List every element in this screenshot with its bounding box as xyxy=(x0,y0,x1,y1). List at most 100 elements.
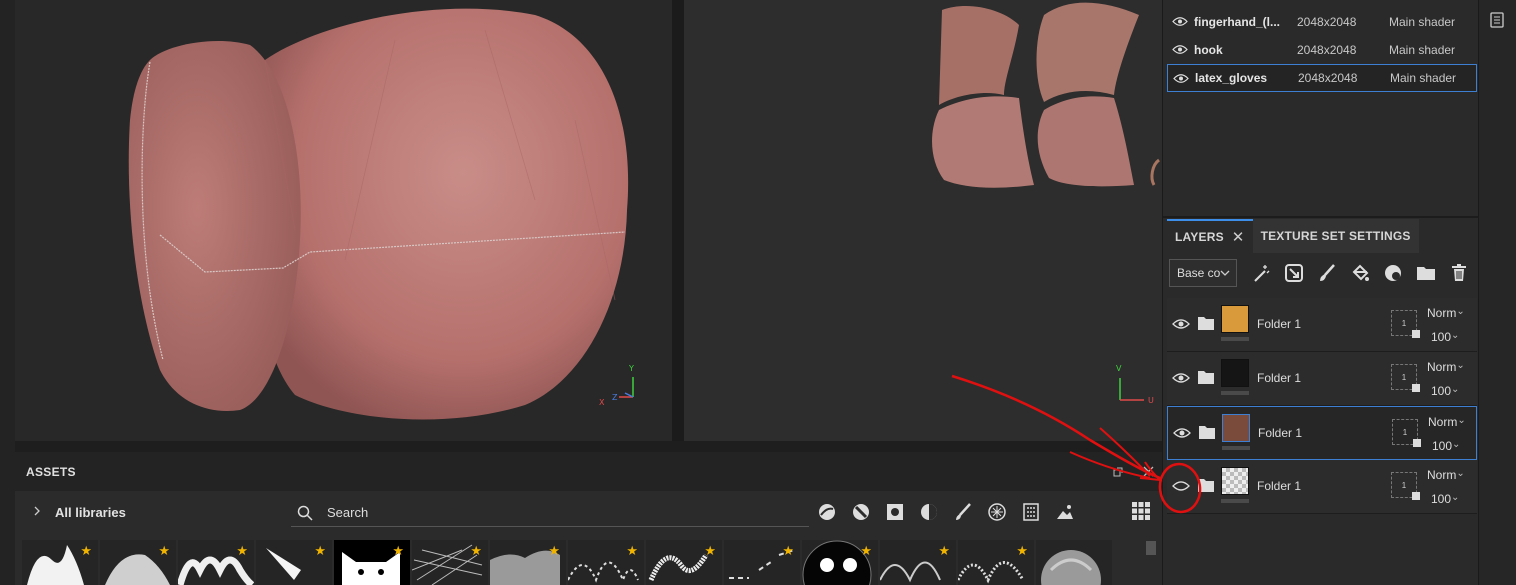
assets-scrollbar[interactable] xyxy=(1146,541,1156,555)
texture-set-shader: Main shader xyxy=(1389,43,1456,57)
eye-hidden-icon[interactable] xyxy=(1172,479,1190,497)
texture-set-shader: Main shader xyxy=(1389,15,1456,29)
layer-name[interactable]: Folder 1 xyxy=(1257,317,1301,331)
smart-material-filter-icon[interactable] xyxy=(850,501,872,523)
blend-mode[interactable]: Norm ⌄ xyxy=(1427,360,1465,374)
tab-layers[interactable]: LAYERS ✕ xyxy=(1167,219,1253,253)
chevron-right-icon[interactable] xyxy=(33,504,41,519)
folder-icon xyxy=(1198,424,1216,445)
search-input[interactable] xyxy=(327,505,787,520)
add-fill-layer-icon[interactable] xyxy=(1350,263,1370,283)
asset-search[interactable] xyxy=(291,499,809,527)
texture-set-row[interactable]: hook 2048x2048 Main shader xyxy=(1167,36,1477,64)
app-root: Y X Z V U ASSETS All libraries Search ★ … xyxy=(0,0,1516,585)
asset-thumbnail[interactable]: ★ xyxy=(490,540,566,585)
tab-texture-set-settings[interactable]: TEXTURE SET SETTINGS xyxy=(1252,219,1419,253)
generator-filter-icon[interactable] xyxy=(918,501,940,523)
viewport-2d[interactable]: V U xyxy=(684,0,1162,441)
layer-row[interactable]: Folder 1 1 Norm ⌄ 100 ⌄ xyxy=(1167,298,1477,352)
layer-thumbnail-bar xyxy=(1221,391,1249,395)
asset-thumbnail[interactable]: ★ xyxy=(178,540,254,585)
delete-layer-icon[interactable] xyxy=(1449,263,1469,283)
asset-thumbnail[interactable]: ★ xyxy=(802,540,878,585)
asset-thumbnail[interactable]: ★ xyxy=(568,540,644,585)
mask-slot[interactable]: 1 xyxy=(1391,364,1420,392)
layer-row[interactable]: Folder 1 1 Norm ⌄ 100 ⌄ xyxy=(1167,352,1477,406)
all-libraries-label[interactable]: All libraries xyxy=(55,505,126,520)
grid-view-icon[interactable] xyxy=(1132,502,1150,525)
layer-row[interactable]: Folder 1 1 Norm ⌄ 100 ⌄ xyxy=(1167,460,1477,514)
asset-thumbnail[interactable]: ★ xyxy=(646,540,722,585)
blend-mode[interactable]: Norm ⌄ xyxy=(1427,468,1465,482)
layer-opacity-value: 100 xyxy=(1431,330,1452,344)
brush-filter-icon[interactable] xyxy=(952,501,974,523)
texture-set-name: latex_gloves xyxy=(1195,71,1268,85)
texture-set-list: fingerhand_(l... 2048x2048 Main shader h… xyxy=(1167,8,1477,92)
mask-slot[interactable]: 1 xyxy=(1391,310,1420,338)
eye-icon[interactable] xyxy=(1172,317,1190,335)
add-effect-icon[interactable] xyxy=(1251,263,1271,283)
assets-toolbar: All libraries xyxy=(15,491,1162,536)
texture-filter-icon[interactable] xyxy=(986,501,1008,523)
clipboard-icon[interactable] xyxy=(1490,12,1504,33)
right-panel: fingerhand_(l... 2048x2048 Main shader h… xyxy=(1162,0,1479,585)
layer-panel-tabs: LAYERS ✕ TEXTURE SET SETTINGS xyxy=(1167,219,1419,253)
asset-thumbnail[interactable]: ★ xyxy=(100,540,176,585)
asset-thumbnail[interactable]: ★ xyxy=(958,540,1034,585)
blend-mode-value: Norm xyxy=(1428,415,1458,429)
texture-set-resolution: 2048x2048 xyxy=(1297,43,1357,57)
layer-opacity-value: 100 xyxy=(1431,492,1452,506)
asset-thumbnail[interactable]: ★ xyxy=(880,540,956,585)
layer-opacity[interactable]: 100 ⌄ xyxy=(1431,492,1459,506)
favorite-star-icon: ★ xyxy=(938,543,950,558)
eye-icon[interactable] xyxy=(1172,44,1188,58)
close-assets-icon[interactable] xyxy=(1143,465,1154,480)
asset-thumbnail[interactable]: ★ xyxy=(334,540,410,585)
eye-icon[interactable] xyxy=(1173,426,1191,444)
add-mask-icon[interactable] xyxy=(1383,263,1403,283)
blend-mode-value: Norm xyxy=(1427,468,1457,482)
blend-mode[interactable]: Norm ⌄ xyxy=(1428,415,1466,429)
blend-mode[interactable]: Norm ⌄ xyxy=(1427,306,1465,320)
mask-cube-icon xyxy=(1412,330,1420,338)
close-icon[interactable]: ✕ xyxy=(1232,228,1245,246)
mask-slot[interactable]: 1 xyxy=(1391,472,1420,500)
texture-set-name: hook xyxy=(1194,43,1223,57)
mask-filter-icon[interactable] xyxy=(884,501,906,523)
add-folder-icon[interactable] xyxy=(1416,263,1436,283)
favorite-star-icon: ★ xyxy=(704,543,716,558)
add-paint-layer-icon[interactable] xyxy=(1317,263,1337,283)
layer-opacity[interactable]: 100 ⌄ xyxy=(1432,439,1460,453)
favorite-star-icon: ★ xyxy=(80,543,92,558)
layer-opacity[interactable]: 100 ⌄ xyxy=(1431,384,1459,398)
layer-thumbnail xyxy=(1221,467,1249,495)
texture-set-row[interactable]: fingerhand_(l... 2048x2048 Main shader xyxy=(1167,8,1477,36)
texture-set-name: fingerhand_(l... xyxy=(1194,15,1281,29)
filter-filter-icon[interactable] xyxy=(1020,501,1042,523)
layer-row-selected[interactable]: Folder 1 1 Norm ⌄ 100 ⌄ xyxy=(1167,406,1477,460)
material-filter-icon[interactable] xyxy=(816,501,838,523)
texture-set-row-selected[interactable]: latex_gloves 2048x2048 Main shader xyxy=(1167,64,1477,92)
asset-thumbnail[interactable] xyxy=(1036,540,1112,585)
viewport-3d[interactable]: Y X Z xyxy=(15,0,672,441)
panel-separator[interactable] xyxy=(1163,216,1479,218)
layer-name[interactable]: Folder 1 xyxy=(1257,479,1301,493)
layer-name[interactable]: Folder 1 xyxy=(1257,371,1301,385)
layer-name[interactable]: Folder 1 xyxy=(1258,426,1302,440)
undock-icon[interactable] xyxy=(1113,465,1123,480)
channel-dropdown[interactable]: Base co xyxy=(1169,259,1237,287)
asset-thumbnail[interactable]: ★ xyxy=(22,540,98,585)
eye-icon[interactable] xyxy=(1172,371,1190,389)
environment-filter-icon[interactable] xyxy=(1054,501,1076,523)
layer-stack: Folder 1 1 Norm ⌄ 100 ⌄ Folder 1 1 Norm … xyxy=(1167,298,1477,514)
viewport-separator[interactable] xyxy=(672,0,684,441)
asset-thumbnail[interactable]: ★ xyxy=(256,540,332,585)
mask-slot[interactable]: 1 xyxy=(1392,419,1421,447)
asset-thumbnail[interactable]: ★ xyxy=(412,540,488,585)
eye-icon[interactable] xyxy=(1173,73,1189,87)
mask-cube-icon xyxy=(1413,439,1421,447)
eye-icon[interactable] xyxy=(1172,16,1188,30)
add-anchor-icon[interactable] xyxy=(1284,263,1304,283)
layer-opacity[interactable]: 100 ⌄ xyxy=(1431,330,1459,344)
asset-thumbnail[interactable]: ★ xyxy=(724,540,800,585)
